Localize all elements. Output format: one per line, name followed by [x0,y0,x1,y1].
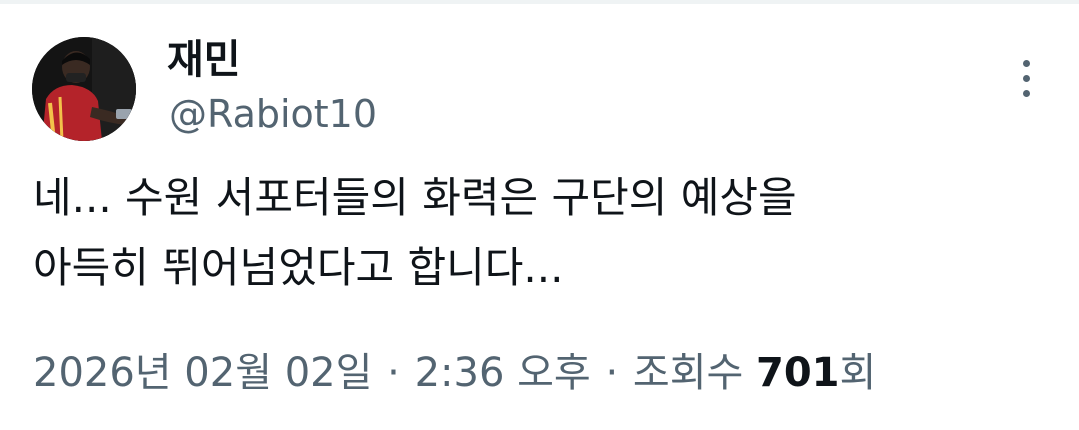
views-label: 조회수 [632,350,744,396]
views-suffix: 회 [839,350,877,396]
profile-photo-icon [32,37,136,141]
tweet-text-line: 네... 수원 서포터들의 화력은 구단의 예상을 [33,173,797,222]
meta-separator: · [605,350,619,396]
tweet-text-line: 아득히 뛰어넘었다고 합니다... [33,243,564,292]
top-divider [0,0,1079,4]
avatar[interactable] [32,37,136,141]
more-vertical-icon [1022,74,1030,82]
display-name[interactable]: 재민 [167,36,241,84]
tweet-meta: 2026년 02월 02일 · 2:36 오후 · 조회수 701회 [33,345,876,401]
meta-separator: · [387,350,400,396]
tweet-date[interactable]: 2026년 02월 02일 [33,350,372,396]
more-vertical-icon [1022,59,1030,67]
views-count: 701 [756,350,840,396]
user-handle[interactable]: @Rabiot10 [169,90,377,138]
tweet-text: 네... 수원 서포터들의 화력은 구단의 예상을 아득히 뛰어넘었다고 합니다… [33,163,1043,303]
tweet-time[interactable]: 2:36 오후 [415,350,591,396]
more-options-button[interactable] [1010,56,1042,100]
more-vertical-icon [1022,89,1030,97]
